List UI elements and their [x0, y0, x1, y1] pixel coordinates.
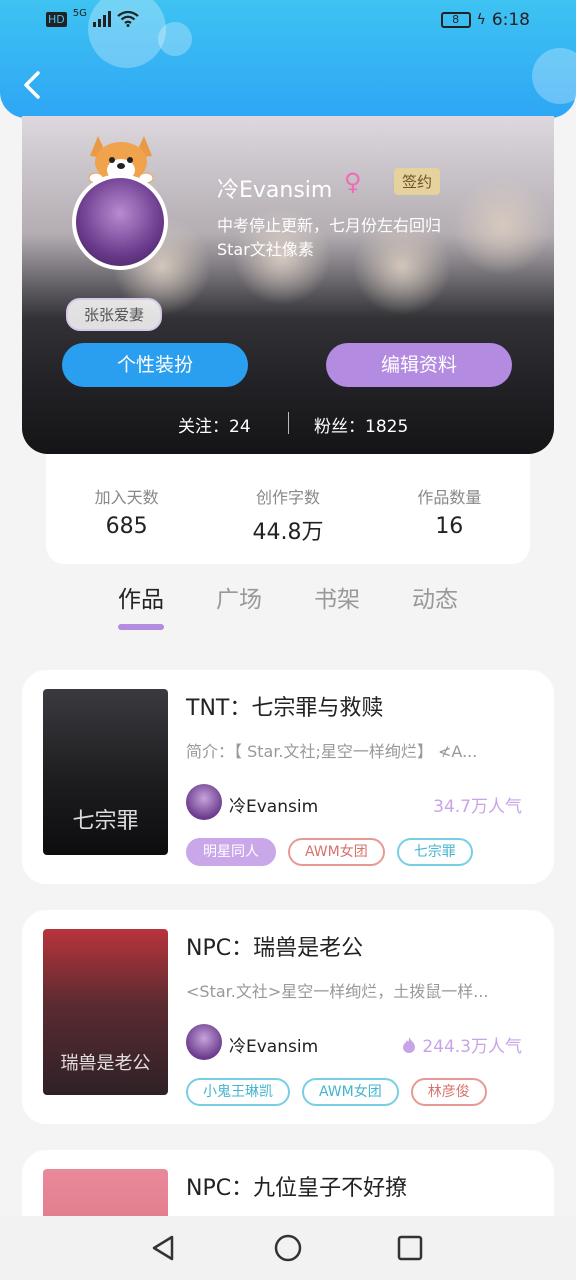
tag[interactable]: 明星同人 [186, 838, 276, 866]
tab-works[interactable]: 作品 [92, 580, 190, 632]
decor-bubble [532, 48, 576, 104]
stats-card: 加入天数 685 创作字数 44.8万 作品数量 16 [46, 454, 530, 564]
stat-join-days: 加入天数 685 [46, 454, 207, 564]
network-label: 5G [72, 7, 87, 19]
top-header: HD 5G 8 ϟ 6:18 [0, 0, 576, 118]
edit-profile-button[interactable]: 编辑资料 [326, 343, 512, 387]
system-nav-bar [0, 1216, 576, 1280]
stat-value: 685 [105, 514, 148, 539]
work-title[interactable]: NPC：九位皇子不好撩 [186, 1170, 407, 1202]
stat-label: 创作字数 [255, 488, 320, 507]
battery-icon: 8 [440, 12, 471, 28]
tag[interactable]: 林彦俊 [410, 1078, 487, 1106]
charging-icon: ϟ [476, 12, 486, 28]
work-card[interactable]: 七宗罪 TNT：七宗罪与救赎 简介：【 Star.文社;星空一样绚烂】 ≮A..… [22, 670, 554, 884]
author-avatar[interactable] [186, 1024, 222, 1060]
status-bar: HD 5G 8 ϟ 6:18 [0, 0, 576, 44]
gender-female-icon: ♀ [344, 168, 362, 196]
signed-badge: 签约 [394, 168, 441, 195]
tab-bookshelf[interactable]: 书架 [288, 580, 386, 632]
avatar-frame[interactable] [68, 132, 178, 282]
stat-label: 加入天数 [94, 488, 159, 507]
nav-recents-icon[interactable] [394, 1232, 426, 1264]
tag[interactable]: 七宗罪 [396, 838, 473, 866]
bio-line-2: Star文社像素 [217, 240, 314, 259]
cover-title: 七宗罪 [72, 809, 139, 834]
work-title[interactable]: NPC：瑞兽是老公 [186, 930, 363, 962]
tag[interactable]: AWM女团 [302, 1078, 399, 1106]
divider [288, 412, 289, 434]
stat-works-count: 作品数量 16 [369, 454, 530, 564]
hd-indicator: HD [46, 11, 67, 27]
fans-count[interactable]: 粉丝：1825 [314, 412, 408, 437]
clock: 6:18 [491, 10, 530, 30]
work-cover[interactable]: 瑞兽是老公 [43, 929, 168, 1095]
nav-back-icon[interactable] [148, 1232, 180, 1264]
tag[interactable]: AWM女团 [288, 838, 385, 866]
tag[interactable]: 小鬼王琳凯 [186, 1078, 290, 1106]
stat-word-count: 创作字数 44.8万 [207, 454, 368, 564]
tab-square[interactable]: 广场 [190, 580, 288, 632]
cover-title: 瑞兽是老公 [60, 1053, 151, 1074]
content-tabs: 作品 广场 书架 动态 [92, 580, 484, 632]
profile-banner: 张张爱妻 冷Evansim ♀ 签约 中考停止更新，七月份左右回归 Star文社… [22, 116, 554, 454]
work-card[interactable]: NPC：九位皇子不好撩 [22, 1150, 554, 1216]
author-name[interactable]: 冷Evansim [229, 792, 318, 817]
tab-activity[interactable]: 动态 [386, 580, 484, 632]
following-count[interactable]: 关注：24 [178, 412, 251, 437]
personal-dressup-button[interactable]: 个性装扮 [62, 343, 248, 387]
tag-list: 明星同人 AWM女团 七宗罪 [186, 838, 473, 866]
stat-value: 16 [435, 514, 464, 539]
stat-label: 作品数量 [417, 488, 482, 507]
bio-line-1: 中考停止更新，七月份左右回归 [217, 216, 442, 235]
popularity: 34.7万人气 [433, 797, 522, 817]
popularity: 244.3万人气 [402, 1032, 522, 1057]
author-name[interactable]: 冷Evansim [229, 1032, 318, 1057]
popularity-value: 244.3万人气 [422, 1037, 522, 1057]
work-cover[interactable]: 七宗罪 [43, 689, 168, 855]
back-arrow-icon[interactable] [20, 70, 44, 100]
work-description: 简介：【 Star.文社;星空一样绚烂】 ≮A... [186, 742, 478, 761]
avatar [72, 174, 168, 270]
stat-value: 44.8万 [252, 520, 324, 545]
work-title[interactable]: TNT：七宗罪与救赎 [186, 690, 383, 722]
author-avatar[interactable] [186, 784, 222, 820]
nav-home-icon[interactable] [272, 1232, 304, 1264]
work-description: <Star.文社>星空一样绚烂，土拨鼠一样... [186, 982, 489, 1001]
work-card[interactable]: 瑞兽是老公 NPC：瑞兽是老公 <Star.文社>星空一样绚烂，土拨鼠一样...… [22, 910, 554, 1124]
tag-list: 小鬼王琳凯 AWM女团 林彦俊 [186, 1078, 487, 1106]
signal-icon [92, 11, 111, 27]
work-cover[interactable] [43, 1169, 168, 1216]
avatar-name-badge: 张张爱妻 [66, 298, 163, 331]
nickname: 冷Evansim [217, 178, 333, 203]
wifi-icon [117, 11, 139, 27]
flame-icon [403, 1036, 416, 1053]
